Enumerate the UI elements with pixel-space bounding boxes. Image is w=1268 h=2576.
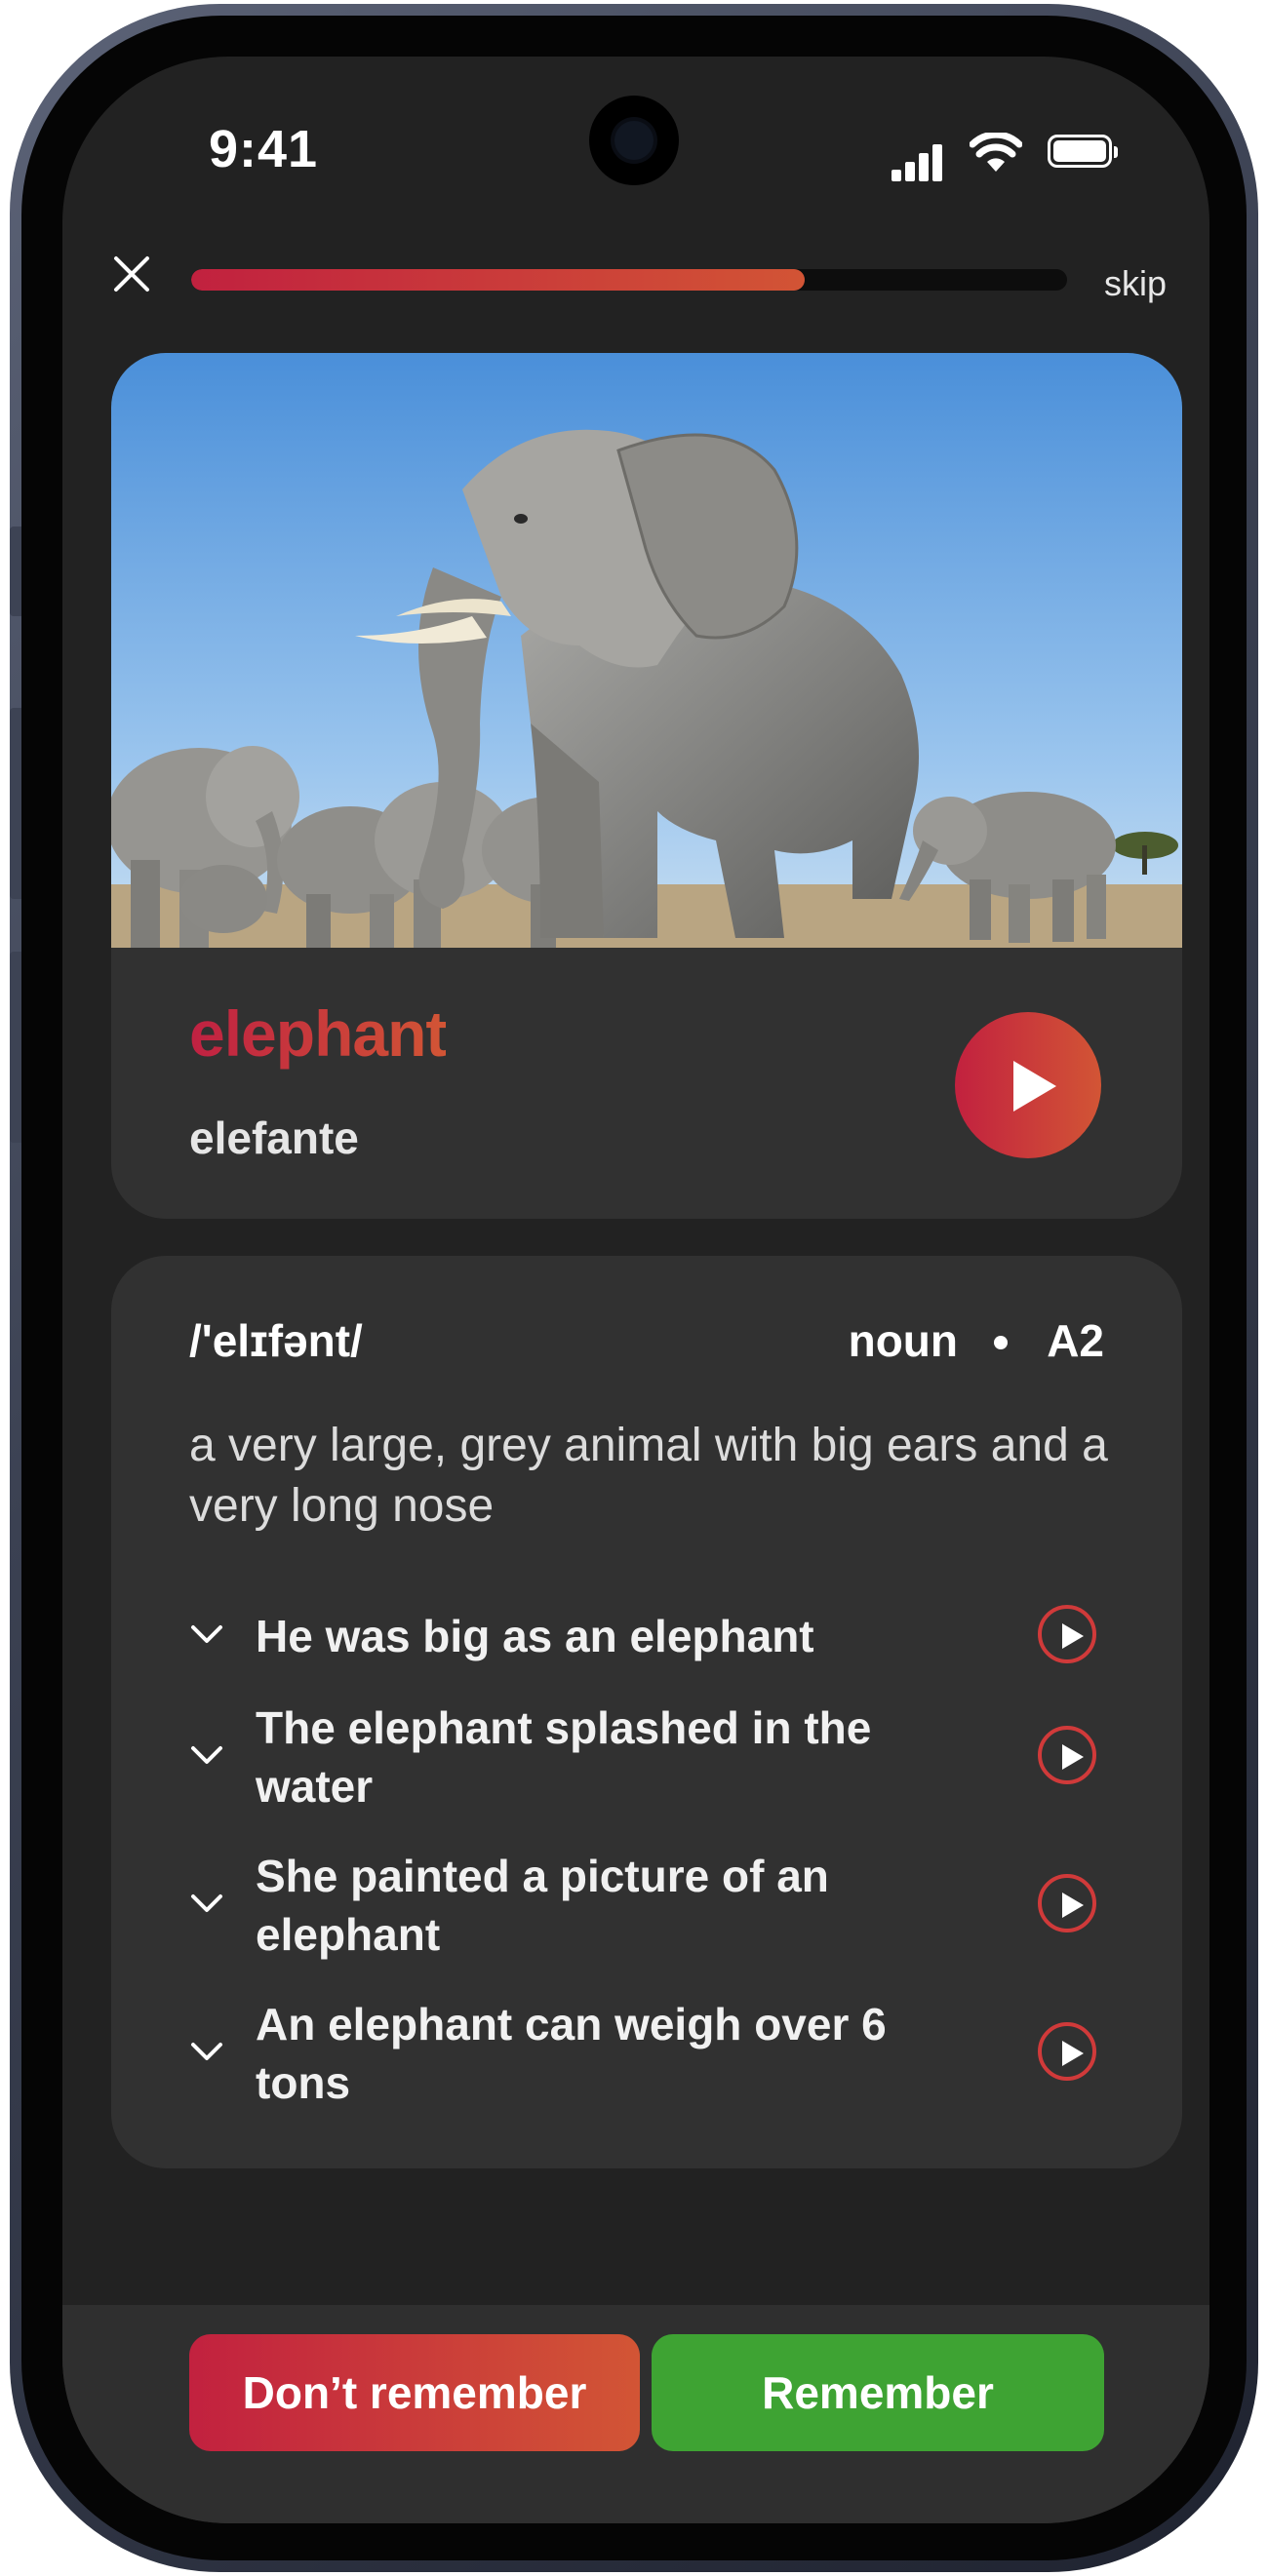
- phonetic-transcription: /'elɪfənt/: [189, 1315, 363, 1366]
- volume-up-button: [10, 708, 21, 899]
- status-time: 9:41: [209, 120, 319, 178]
- cellular-signal-icon: [892, 142, 946, 181]
- word-definition: a very large, grey animal with big ears …: [189, 1420, 1108, 1532]
- skip-button[interactable]: skip: [1104, 263, 1167, 304]
- example-sentence: The elephant splashed in the water: [256, 1702, 872, 1812]
- chevron-down-icon[interactable]: [187, 1736, 226, 1775]
- word-card: elephant elefante: [111, 353, 1182, 1219]
- phone-frame: 9:41 skip elephant elefante /'elɪfənt/ n…: [10, 4, 1258, 2572]
- part-of-speech: noun: [848, 1315, 958, 1366]
- play-example-button[interactable]: [1038, 1605, 1096, 1663]
- remember-button[interactable]: Remember: [652, 2334, 1104, 2451]
- separator-dot: [994, 1336, 1008, 1349]
- chevron-down-icon[interactable]: [187, 2032, 226, 2071]
- cefr-level: A2: [1047, 1315, 1104, 1366]
- action-button: [10, 527, 21, 616]
- chevron-down-icon[interactable]: [187, 1884, 226, 1923]
- lesson-progress-bar: [191, 269, 1067, 291]
- example-sentence: She painted a picture of an elephant: [256, 1851, 829, 1960]
- play-example-button[interactable]: [1038, 2022, 1096, 2081]
- app-screen: 9:41 skip elephant elefante /'elɪfənt/ n…: [62, 57, 1209, 2523]
- elephant-photo: [111, 353, 1182, 948]
- play-example-button[interactable]: [1038, 1874, 1096, 1932]
- play-pronunciation-button[interactable]: [955, 1012, 1101, 1158]
- word-details-card: /'elɪfənt/ noun A2 a very large, grey an…: [111, 1256, 1182, 2168]
- word-translation: elefante: [189, 1112, 359, 1163]
- battery-icon: [1048, 135, 1118, 168]
- volume-down-button: [10, 952, 21, 1143]
- vocab-word: elephant: [189, 997, 447, 1070]
- front-camera: [589, 96, 679, 185]
- chevron-down-icon[interactable]: [187, 1615, 226, 1654]
- wifi-icon: [970, 133, 1022, 172]
- close-icon[interactable]: [107, 250, 156, 298]
- example-sentence: He was big as an elephant: [256, 1611, 814, 1661]
- lesson-progress-fill: [191, 269, 805, 291]
- example-sentence: An elephant can weigh over 6 tons: [256, 1999, 887, 2108]
- dont-remember-button[interactable]: Don’t remember: [189, 2334, 640, 2451]
- play-example-button[interactable]: [1038, 1726, 1096, 1784]
